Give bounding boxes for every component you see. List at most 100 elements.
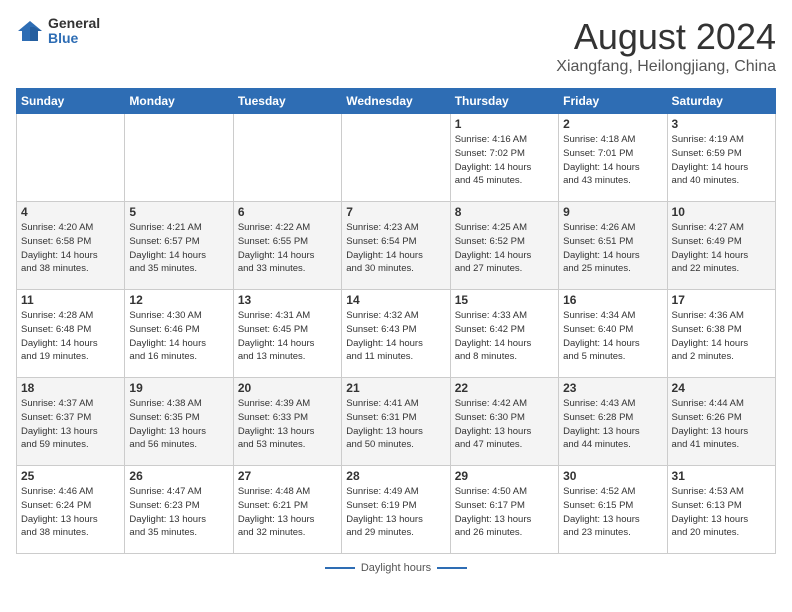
calendar-cell: 23Sunrise: 4:43 AM Sunset: 6:28 PM Dayli… [559,378,667,466]
day-number: 24 [672,381,771,395]
day-info: Sunrise: 4:38 AM Sunset: 6:35 PM Dayligh… [129,397,228,452]
calendar-table: SundayMondayTuesdayWednesdayThursdayFrid… [16,88,776,554]
day-number: 29 [455,469,554,483]
calendar-cell: 29 Sunrise: 4:50 AM Sunset: 6:17 PM Dayli… [450,466,558,554]
logo-blue: Blue [48,31,100,46]
day-number: 28 [346,469,445,483]
day-info: Sunrise: 4:26 AM Sunset: 6:51 PM Dayligh… [563,221,662,276]
day-info: Sunrise: 4:16 AM Sunset: 7:02 PM Dayligh… [455,133,554,188]
col-header-thursday: Thursday [450,89,558,114]
day-info: Sunrise: 4:19 AM Sunset: 6:59 PM Dayligh… [672,133,771,188]
day-info: Sunrise: 4:31 AM Sunset: 6:45 PM Dayligh… [238,309,337,364]
day-number: 2 [563,117,662,131]
logo-text: General Blue [48,16,100,47]
day-number: 27 [238,469,337,483]
day-info: Sunrise: 4:47 AM Sunset: 6:23 PM Dayligh… [129,485,228,540]
calendar-cell: 20 Sunrise: 4:39 AM Sunset: 6:33 PM Dayli… [233,378,341,466]
day-info: Sunrise: 4:32 AM Sunset: 6:43 PM Dayligh… [346,309,445,364]
day-info: Sunrise: 4:28 AM Sunset: 6:48 PM Dayligh… [21,309,120,364]
calendar-week-row: 18Sunrise: 4:37 AM Sunset: 6:37 PM Dayli… [17,378,776,466]
calendar-week-row: 11 Sunrise: 4:28 AM Sunset: 6:48 PM Dayli… [17,290,776,378]
logo-icon [16,17,44,45]
calendar-cell: 15 Sunrise: 4:33 AM Sunset: 6:42 PM Dayli… [450,290,558,378]
calendar-week-row: 4 Sunrise: 4:20 AM Sunset: 6:58 PM Daylig… [17,202,776,290]
day-number: 7 [346,205,445,219]
calendar-cell: 4 Sunrise: 4:20 AM Sunset: 6:58 PM Daylig… [17,202,125,290]
day-info: Sunrise: 4:33 AM Sunset: 6:42 PM Dayligh… [455,309,554,364]
day-number: 4 [21,205,120,219]
day-info: Sunrise: 4:46 AM Sunset: 6:24 PM Dayligh… [21,485,120,540]
logo-general: General [48,16,100,31]
calendar-cell: 7 Sunrise: 4:23 AM Sunset: 6:54 PM Daylig… [342,202,450,290]
day-number: 9 [563,205,662,219]
day-number: 16 [563,293,662,307]
day-number: 8 [455,205,554,219]
col-header-friday: Friday [559,89,667,114]
calendar-cell [125,114,233,202]
day-number: 20 [238,381,337,395]
day-info: Sunrise: 4:37 AM Sunset: 6:37 PM Dayligh… [21,397,120,452]
footer-line-2 [437,567,467,569]
calendar-cell: 28 Sunrise: 4:49 AM Sunset: 6:19 PM Dayli… [342,466,450,554]
calendar-cell: 8 Sunrise: 4:25 AM Sunset: 6:52 PM Daylig… [450,202,558,290]
day-number: 13 [238,293,337,307]
col-header-sunday: Sunday [17,89,125,114]
day-info: Sunrise: 4:49 AM Sunset: 6:19 PM Dayligh… [346,485,445,540]
month-year: August 2024 [556,16,776,58]
footer: Daylight hours [16,562,776,574]
calendar-week-row: 25 Sunrise: 4:46 AM Sunset: 6:24 PM Dayli… [17,466,776,554]
day-info: Sunrise: 4:25 AM Sunset: 6:52 PM Dayligh… [455,221,554,276]
day-info: Sunrise: 4:50 AM Sunset: 6:17 PM Dayligh… [455,485,554,540]
day-info: Sunrise: 4:23 AM Sunset: 6:54 PM Dayligh… [346,221,445,276]
day-info: Sunrise: 4:53 AM Sunset: 6:13 PM Dayligh… [672,485,771,540]
day-info: Sunrise: 4:20 AM Sunset: 6:58 PM Dayligh… [21,221,120,276]
day-number: 22 [455,381,554,395]
day-number: 25 [21,469,120,483]
calendar-cell: 14 Sunrise: 4:32 AM Sunset: 6:43 PM Dayli… [342,290,450,378]
calendar-cell: 16 Sunrise: 4:34 AM Sunset: 6:40 PM Dayli… [559,290,667,378]
day-info: Sunrise: 4:42 AM Sunset: 6:30 PM Dayligh… [455,397,554,452]
calendar-cell: 10Sunrise: 4:27 AM Sunset: 6:49 PM Dayli… [667,202,775,290]
calendar-cell [17,114,125,202]
day-info: Sunrise: 4:22 AM Sunset: 6:55 PM Dayligh… [238,221,337,276]
calendar-cell: 27Sunrise: 4:48 AM Sunset: 6:21 PM Dayli… [233,466,341,554]
day-number: 30 [563,469,662,483]
day-number: 11 [21,293,120,307]
day-number: 3 [672,117,771,131]
calendar-header-row: SundayMondayTuesdayWednesdayThursdayFrid… [17,89,776,114]
day-info: Sunrise: 4:44 AM Sunset: 6:26 PM Dayligh… [672,397,771,452]
calendar-cell: 22 Sunrise: 4:42 AM Sunset: 6:30 PM Dayli… [450,378,558,466]
calendar-cell: 17Sunrise: 4:36 AM Sunset: 6:38 PM Dayli… [667,290,775,378]
day-number: 31 [672,469,771,483]
calendar-cell: 3 Sunrise: 4:19 AM Sunset: 6:59 PM Daylig… [667,114,775,202]
col-header-tuesday: Tuesday [233,89,341,114]
calendar-week-row: 1Sunrise: 4:16 AM Sunset: 7:02 PM Daylig… [17,114,776,202]
calendar-cell [342,114,450,202]
day-number: 14 [346,293,445,307]
day-number: 15 [455,293,554,307]
calendar-cell: 5Sunrise: 4:21 AM Sunset: 6:57 PM Daylig… [125,202,233,290]
page-header: General Blue August 2024 Xiangfang, Heil… [16,16,776,76]
calendar-cell: 2Sunrise: 4:18 AM Sunset: 7:01 PM Daylig… [559,114,667,202]
day-info: Sunrise: 4:30 AM Sunset: 6:46 PM Dayligh… [129,309,228,364]
col-header-wednesday: Wednesday [342,89,450,114]
day-info: Sunrise: 4:43 AM Sunset: 6:28 PM Dayligh… [563,397,662,452]
calendar-cell: 31 Sunrise: 4:53 AM Sunset: 6:13 PM Dayli… [667,466,775,554]
day-info: Sunrise: 4:39 AM Sunset: 6:33 PM Dayligh… [238,397,337,452]
calendar-cell: 1Sunrise: 4:16 AM Sunset: 7:02 PM Daylig… [450,114,558,202]
calendar-cell: 24 Sunrise: 4:44 AM Sunset: 6:26 PM Dayli… [667,378,775,466]
footer-line [325,567,355,569]
col-header-monday: Monday [125,89,233,114]
calendar-cell: 19 Sunrise: 4:38 AM Sunset: 6:35 PM Dayli… [125,378,233,466]
day-number: 17 [672,293,771,307]
day-info: Sunrise: 4:27 AM Sunset: 6:49 PM Dayligh… [672,221,771,276]
calendar-cell: 26Sunrise: 4:47 AM Sunset: 6:23 PM Dayli… [125,466,233,554]
calendar-cell: 9 Sunrise: 4:26 AM Sunset: 6:51 PM Daylig… [559,202,667,290]
calendar-cell: 25 Sunrise: 4:46 AM Sunset: 6:24 PM Dayli… [17,466,125,554]
day-info: Sunrise: 4:52 AM Sunset: 6:15 PM Dayligh… [563,485,662,540]
location: Xiangfang, Heilongjiang, China [556,58,776,76]
day-info: Sunrise: 4:34 AM Sunset: 6:40 PM Dayligh… [563,309,662,364]
day-number: 21 [346,381,445,395]
calendar-cell: 13 Sunrise: 4:31 AM Sunset: 6:45 PM Dayli… [233,290,341,378]
day-number: 19 [129,381,228,395]
